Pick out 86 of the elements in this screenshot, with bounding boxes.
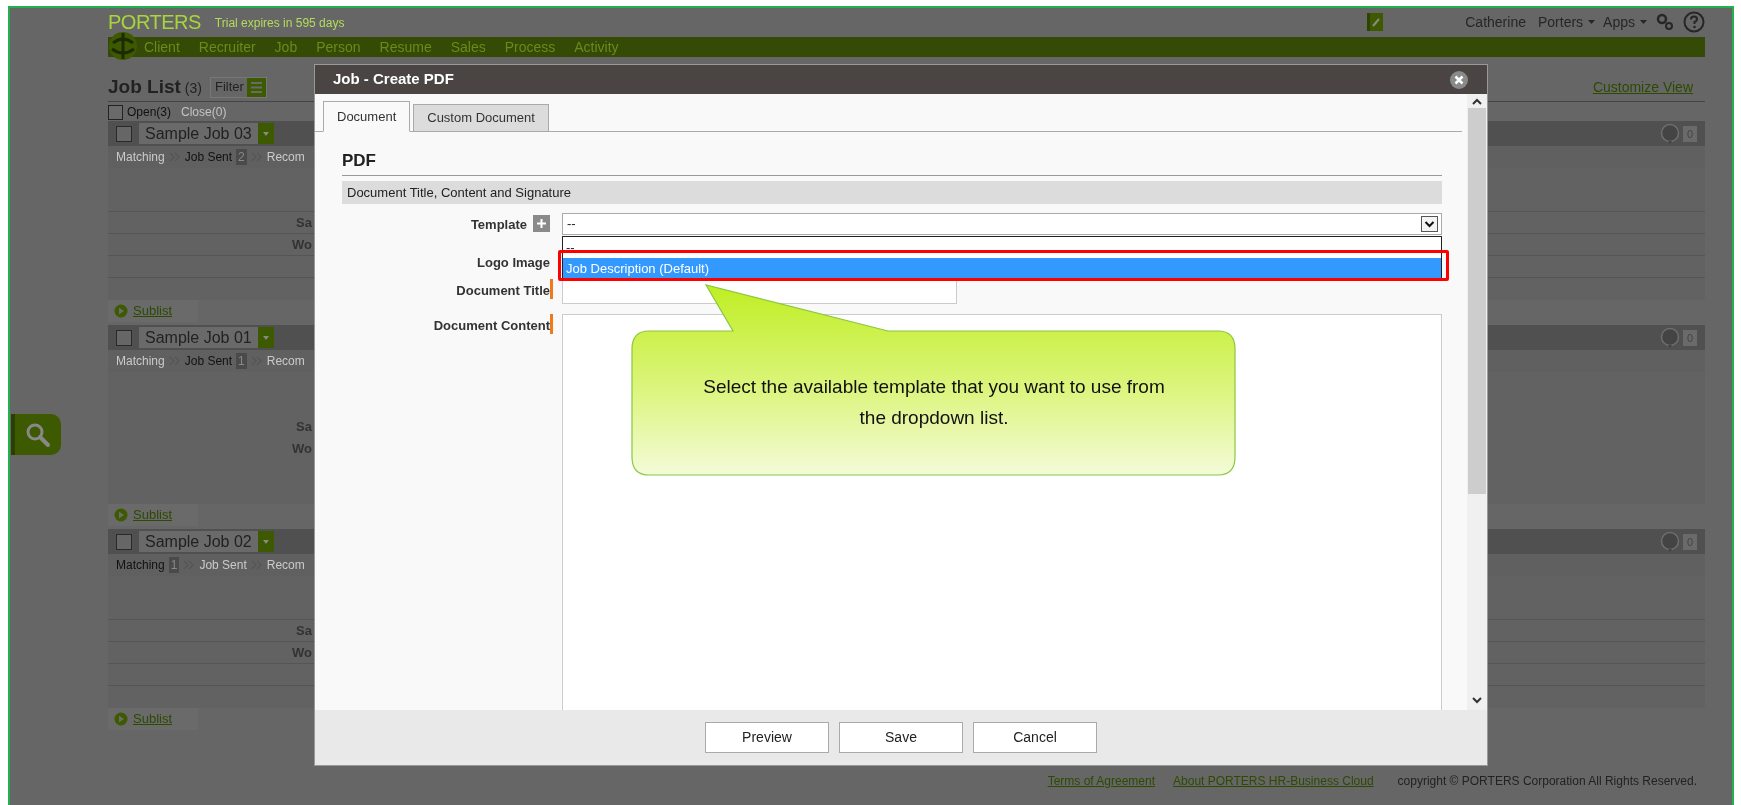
play-icon xyxy=(114,304,128,318)
nav-link[interactable]: Client xyxy=(144,36,180,58)
nav-link[interactable]: Recruiter xyxy=(198,36,256,58)
caret-icon xyxy=(1588,19,1596,25)
caret-icon xyxy=(262,335,269,340)
sublist-link[interactable]: Sublist xyxy=(133,301,173,321)
nav-link[interactable]: Activity xyxy=(574,36,619,58)
tab[interactable]: Document xyxy=(323,101,411,132)
checkbox[interactable] xyxy=(108,104,123,120)
stage-label: Job Sent xyxy=(184,149,233,166)
checkbox[interactable] xyxy=(116,533,132,550)
job-title[interactable]: Sample Job 03 xyxy=(139,123,258,144)
copyright-text: copyright © PORTERS Corporation All Rights Reserved. xyxy=(1397,773,1697,790)
dialog-button[interactable]: Cancel xyxy=(973,722,1097,753)
stage-label: Matching xyxy=(116,149,165,166)
select-value: -- xyxy=(567,215,576,234)
caret-icon xyxy=(262,539,269,544)
scroll-down-icon[interactable] xyxy=(1472,697,1482,704)
chevron-down-icon xyxy=(1421,216,1438,232)
nav-link[interactable]: Job xyxy=(274,36,298,58)
notebook-icon[interactable] xyxy=(1365,12,1386,32)
comment-icon[interactable] xyxy=(1659,123,1680,144)
dialog-button[interactable]: Save xyxy=(839,722,963,753)
stage-count: 1 xyxy=(168,557,180,573)
stage-label: Job Sent xyxy=(199,557,247,574)
play-icon xyxy=(114,508,128,522)
logo-text: PORTERS xyxy=(108,11,201,33)
stage-count: 1 xyxy=(236,353,247,369)
section-title: Document Title, Content and Signature xyxy=(347,183,572,202)
scrollbar[interactable] xyxy=(1467,94,1487,710)
job-title[interactable]: Sample Job 01 xyxy=(139,327,258,348)
status-filter[interactable]: Close(0) xyxy=(181,103,227,121)
dialog-button[interactable]: Preview xyxy=(705,722,829,753)
job-title[interactable]: Sample Job 02 xyxy=(139,531,258,552)
stage-label: Job Sent xyxy=(184,353,233,370)
field-label: Document Title xyxy=(456,282,550,300)
status-filter[interactable]: Open(3) xyxy=(127,103,172,121)
filter-button[interactable]: Filter xyxy=(209,76,267,98)
close-icon[interactable] xyxy=(1449,69,1469,90)
comment-icon[interactable] xyxy=(1659,531,1680,552)
plus-icon xyxy=(537,219,546,228)
job-count: (3) xyxy=(184,79,202,98)
checkbox[interactable] xyxy=(116,125,132,142)
scrollbar-thumb[interactable] xyxy=(1468,108,1486,494)
nav-link[interactable]: Sales xyxy=(450,36,486,58)
footer-link[interactable]: Terms of Agreement xyxy=(1047,772,1156,790)
callout-text: Select the available template that you want to use from the dropdown list. xyxy=(702,374,1166,430)
nav-link[interactable]: Person xyxy=(316,36,361,58)
checkbox[interactable] xyxy=(116,329,132,346)
globe-logo-icon xyxy=(108,31,138,61)
footer-link[interactable]: About PORTERS HR-Business Cloud xyxy=(1173,772,1374,790)
customize-view-link[interactable]: Customize View xyxy=(1592,76,1693,98)
page-title: Job List xyxy=(108,74,181,99)
section-heading: PDF xyxy=(342,149,376,172)
stage-label: Recom xyxy=(266,353,305,370)
stage-label: Matching xyxy=(116,557,165,574)
select-field[interactable]: -- xyxy=(562,213,1442,235)
add-button[interactable] xyxy=(533,215,550,232)
menu-dropdown[interactable]: Porters xyxy=(1537,11,1596,33)
search-tab[interactable] xyxy=(11,414,61,455)
menu-icon xyxy=(246,77,266,97)
nav-link[interactable]: Resume xyxy=(379,36,432,58)
scroll-up-icon[interactable] xyxy=(1472,98,1482,105)
field-label: Document Content xyxy=(433,317,550,335)
stage-count: 2 xyxy=(236,149,247,165)
play-icon xyxy=(114,712,128,726)
comment-icon[interactable] xyxy=(1659,327,1680,348)
dialog-title: Job - Create PDF xyxy=(333,69,454,90)
field-label: Template xyxy=(470,216,527,234)
caret-icon xyxy=(1640,19,1647,25)
dropdown-option[interactable]: Job Description (Default) xyxy=(563,258,1441,279)
tab[interactable]: Custom Document xyxy=(413,104,549,132)
caret-icon xyxy=(262,131,269,136)
stage-label: Matching xyxy=(116,353,165,370)
sublist-link[interactable]: Sublist xyxy=(133,505,173,525)
sublist-link[interactable]: Sublist xyxy=(133,709,173,729)
stage-label: Recom xyxy=(266,557,305,574)
stage-label: Recom xyxy=(266,149,305,166)
trial-notice: Trial expires in 595 days xyxy=(214,15,345,32)
menu-dropdown[interactable]: Apps xyxy=(1603,11,1647,33)
help-icon[interactable] xyxy=(1683,11,1705,33)
settings-icon[interactable] xyxy=(1655,12,1675,32)
field-label: Logo Image xyxy=(477,254,550,272)
user-name[interactable]: Catherine xyxy=(1465,11,1526,33)
nav-link[interactable]: Process xyxy=(504,36,556,58)
search-icon xyxy=(25,421,51,448)
